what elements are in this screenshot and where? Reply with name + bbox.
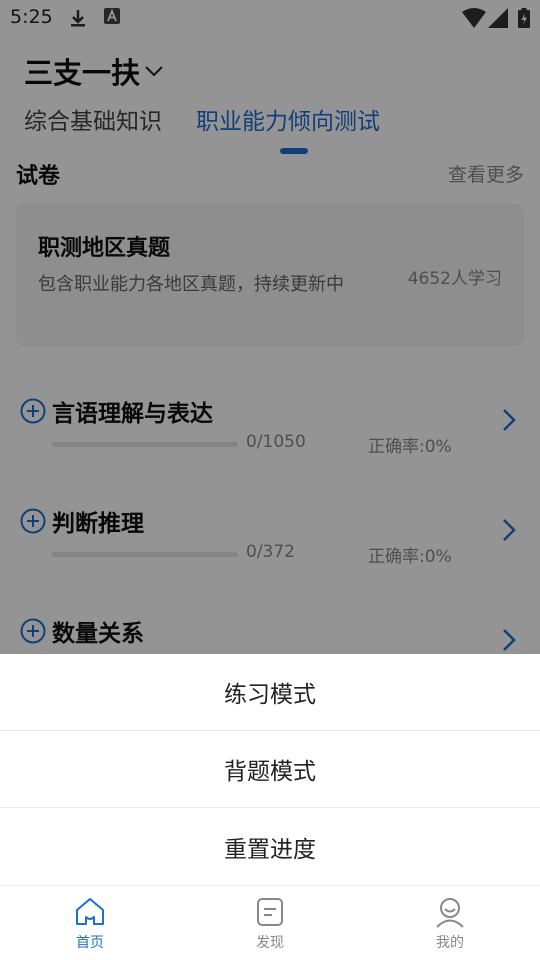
- nav-home[interactable]: 首页: [0, 886, 180, 960]
- nav-label: 我的: [436, 935, 464, 951]
- discover-icon: [257, 898, 283, 926]
- nav-profile[interactable]: 我的: [360, 886, 540, 960]
- bottom-nav: 首页 发现 我的: [0, 885, 540, 960]
- action-sheet: 练习模式 背题模式 重置进度: [0, 654, 540, 885]
- nav-label: 发现: [256, 935, 284, 951]
- reset-progress-option[interactable]: 重置进度: [0, 808, 540, 885]
- modal-overlay[interactable]: [0, 0, 540, 654]
- nav-label: 首页: [76, 935, 104, 951]
- profile-icon: [436, 898, 464, 928]
- practice-mode-option[interactable]: 练习模式: [0, 654, 540, 731]
- home-icon: [76, 898, 104, 925]
- nav-discover[interactable]: 发现: [180, 886, 360, 960]
- memorize-mode-option[interactable]: 背题模式: [0, 731, 540, 808]
